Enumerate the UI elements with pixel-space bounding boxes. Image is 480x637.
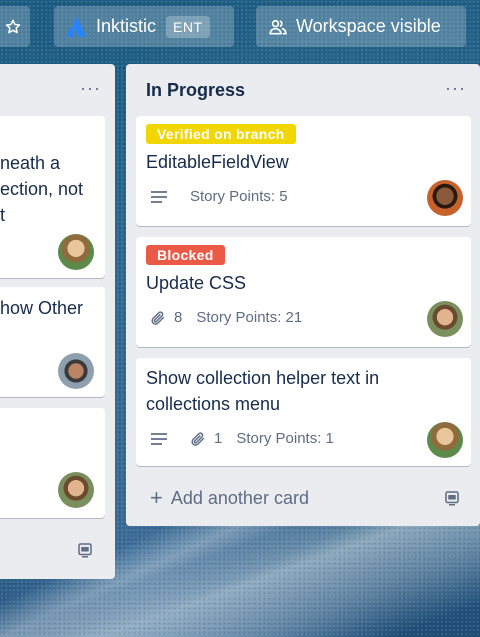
add-card-label: Add another card	[170, 487, 309, 508]
card-label: Verified on branch	[146, 124, 296, 144]
list-menu-button[interactable]: ···	[445, 78, 466, 99]
atlassian-logo-icon	[66, 16, 87, 37]
attachment-badge: 8	[150, 309, 182, 326]
card-template-icon[interactable]	[443, 489, 461, 507]
list-card[interactable]	[0, 408, 105, 518]
description-icon	[151, 190, 167, 203]
card-title-line: t	[0, 205, 6, 225]
list-title: In Progress	[146, 80, 246, 100]
member-avatar[interactable]	[427, 422, 463, 458]
card-badges: 1 Story Points: 1	[150, 430, 334, 447]
card-badges: 8 Story Points: 21	[150, 309, 302, 326]
card-title-line: Show collection helper text in	[146, 368, 380, 388]
star-board-button[interactable]	[0, 6, 30, 47]
story-points: Story Points: 5	[190, 188, 288, 205]
visibility-label: Workspace visible	[296, 16, 441, 36]
workspace-button[interactable]: Inktistic ENT	[54, 6, 234, 47]
plus-icon: +	[150, 485, 163, 510]
list-left: ··· neath a ection, not t how Other	[0, 64, 115, 579]
card-title-line: neath a	[0, 153, 61, 173]
card-badges: Story Points: 5	[150, 188, 288, 205]
member-avatar[interactable]	[58, 472, 94, 508]
card-template-icon[interactable]	[76, 541, 94, 559]
member-avatar[interactable]	[427, 180, 463, 216]
description-badge	[150, 190, 176, 204]
card-title: EditableFieldView	[146, 152, 289, 172]
card-title-line: how Other	[0, 298, 84, 318]
card-title-line: collections menu	[146, 394, 281, 414]
list-card[interactable]: how Other	[0, 287, 105, 397]
list-card[interactable]: neath a ection, not t	[0, 116, 105, 278]
workspace-name: Inktistic	[96, 16, 157, 36]
list-card[interactable]: Blocked Update CSS 8 Story Points: 21	[136, 237, 471, 347]
card-title: Update CSS	[146, 273, 247, 293]
description-icon	[151, 432, 167, 445]
card-title-line: ection, not	[0, 179, 84, 199]
attachment-count: 1	[214, 430, 223, 447]
member-avatar[interactable]	[427, 301, 463, 337]
attachment-icon	[191, 431, 205, 446]
attachment-badge: 1	[190, 430, 222, 447]
list-card[interactable]: Show collection helper text in collectio…	[136, 358, 471, 466]
list-in-progress: In Progress ··· Verified on branch Edita…	[126, 64, 480, 526]
story-points: Story Points: 21	[196, 309, 303, 326]
visibility-button[interactable]: Workspace visible	[256, 6, 466, 47]
member-avatar[interactable]	[58, 353, 94, 389]
enterprise-badge: ENT	[166, 15, 210, 38]
member-avatar[interactable]	[58, 234, 94, 270]
workspace-visible-icon	[269, 19, 287, 35]
add-card-button[interactable]: + Add another card	[150, 487, 309, 509]
attachment-icon	[151, 310, 165, 325]
description-badge	[150, 432, 176, 446]
list-menu-button[interactable]: ···	[80, 78, 101, 99]
story-points: Story Points: 1	[236, 430, 334, 447]
card-label: Blocked	[146, 245, 225, 265]
list-card[interactable]: Verified on branch EditableFieldView Sto…	[136, 116, 471, 226]
star-icon	[5, 19, 21, 33]
attachment-count: 8	[174, 309, 183, 326]
